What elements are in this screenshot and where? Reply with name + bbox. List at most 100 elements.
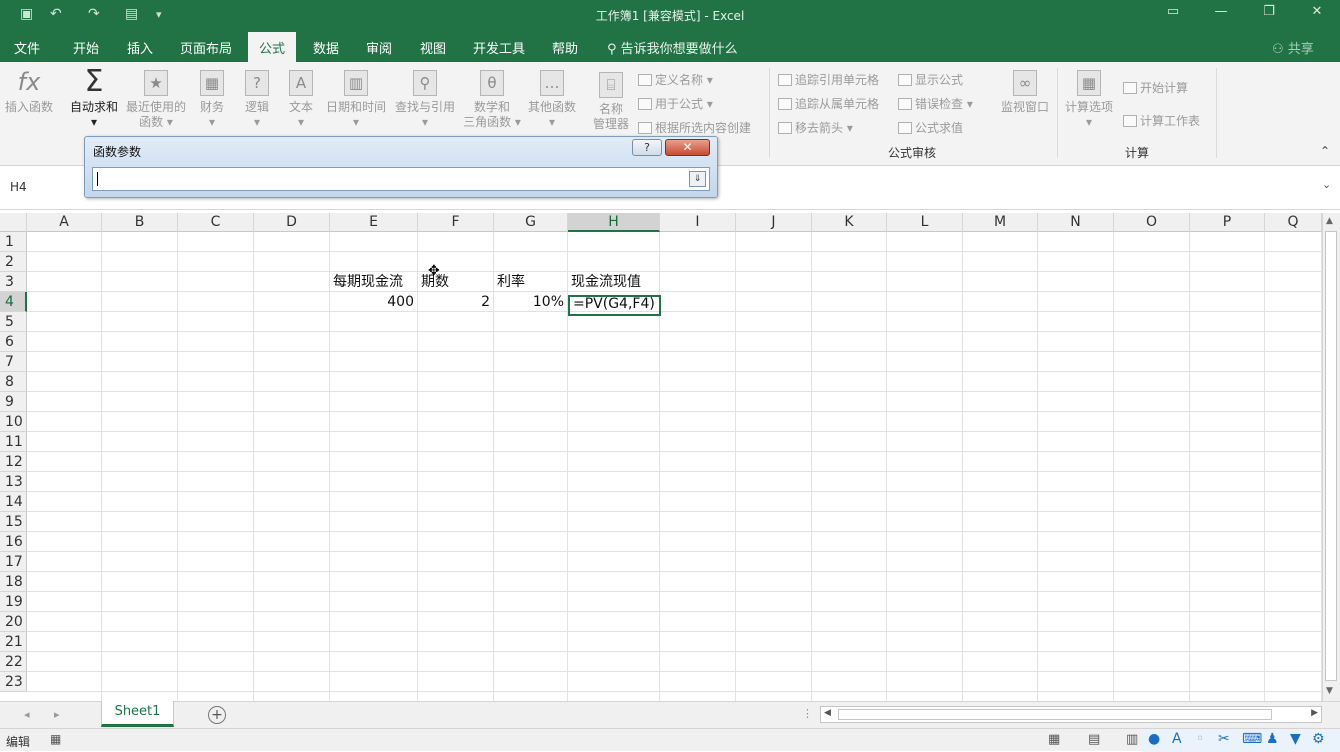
create-from-selection-button[interactable]: 根据所选内容创建 <box>638 119 751 136</box>
tell-me-box[interactable]: ⚲ 告诉我你想要做什么 <box>607 38 738 57</box>
restore-button[interactable]: ❐ <box>1254 4 1284 26</box>
lookup-button[interactable]: ⚲ 查找与引用 ▾ <box>392 70 458 130</box>
row-header-20[interactable]: 20 <box>0 612 27 632</box>
splitter-handle-icon[interactable]: ⋮ <box>802 707 813 720</box>
column-header-o[interactable]: O <box>1114 213 1190 232</box>
column-header-k[interactable]: K <box>812 213 887 232</box>
next-sheet-icon[interactable]: ▸ <box>54 708 60 721</box>
normal-view-icon[interactable]: ▦ <box>1048 732 1060 747</box>
expand-formula-bar-icon[interactable]: ⌄ <box>1322 178 1331 191</box>
row-header-21[interactable]: 21 <box>0 632 27 652</box>
tab-data[interactable]: 数据 <box>313 38 339 57</box>
text-button[interactable]: A 文本 ▾ <box>285 70 317 130</box>
row-header-13[interactable]: 13 <box>0 472 27 492</box>
column-header-f[interactable]: F <box>418 213 494 232</box>
row-header-14[interactable]: 14 <box>0 492 27 512</box>
ribbon-display-icon[interactable]: ▭ <box>1158 4 1188 26</box>
tab-insert[interactable]: 插入 <box>127 38 153 57</box>
select-all-corner[interactable] <box>0 213 27 232</box>
row-header-5[interactable]: 5 <box>0 312 27 332</box>
row-header-6[interactable]: 6 <box>0 332 27 352</box>
recent-functions-button[interactable]: ★ 最近使用的 函数 ▾ <box>123 70 189 130</box>
tab-formulas[interactable]: 公式 <box>248 32 297 62</box>
column-header-q[interactable]: Q <box>1265 213 1322 232</box>
ime-font-icon[interactable]: A <box>1172 731 1182 747</box>
autosum-button[interactable]: Σ 自动求和 ▾ <box>66 67 122 130</box>
ime-scissors-icon[interactable]: ✂ <box>1218 731 1230 747</box>
cell-e4[interactable]: 400 <box>330 292 414 312</box>
row-header-4[interactable]: 4 <box>0 292 27 312</box>
add-sheet-icon[interactable]: + <box>208 706 226 724</box>
cell-e3[interactable]: 每期现金流 <box>333 272 403 292</box>
scroll-down-icon[interactable]: ▼ <box>1326 686 1333 696</box>
row-header-18[interactable]: 18 <box>0 572 27 592</box>
scroll-left-icon[interactable]: ◀ <box>824 708 831 718</box>
expand-dialog-icon[interactable]: ⇓ <box>689 171 706 187</box>
row-header-11[interactable]: 11 <box>0 432 27 452</box>
horizontal-scroll-thumb[interactable] <box>838 709 1272 720</box>
ime-settings-icon[interactable]: ⚙ <box>1312 731 1325 747</box>
tab-file[interactable]: 文件 <box>14 38 40 57</box>
row-header-16[interactable]: 16 <box>0 532 27 552</box>
row-header-17[interactable]: 17 <box>0 552 27 572</box>
column-header-i[interactable]: I <box>660 213 736 232</box>
column-header-n[interactable]: N <box>1038 213 1114 232</box>
collapse-ribbon-icon[interactable]: ⌃ <box>1320 144 1330 158</box>
row-header-19[interactable]: 19 <box>0 592 27 612</box>
tab-help[interactable]: 帮助 <box>552 38 578 57</box>
ime-punct-icon[interactable]: ◦ <box>1196 731 1204 747</box>
vertical-scroll-thumb[interactable] <box>1325 231 1337 681</box>
row-header-10[interactable]: 10 <box>0 412 27 432</box>
macro-record-icon[interactable]: ▦ <box>50 732 61 746</box>
show-formulas-button[interactable]: 显示公式 <box>898 71 963 88</box>
row-header-2[interactable]: 2 <box>0 252 27 272</box>
cell-g3[interactable]: 利率 <box>497 272 525 292</box>
minimize-button[interactable]: — <box>1206 4 1236 26</box>
define-name-button[interactable]: 定义名称 ▾ <box>638 71 713 88</box>
dialog-close-button[interactable]: ✕ <box>665 139 710 156</box>
name-manager-button[interactable]: ⌸ 名称 管理器 <box>590 72 632 132</box>
use-in-formula-button[interactable]: 用于公式 ▾ <box>638 95 713 112</box>
cell-h4-formula[interactable]: =PV(G4,F4) <box>573 294 655 314</box>
insert-function-button[interactable]: fx 插入函数 <box>2 70 56 115</box>
name-box[interactable]: H4 <box>10 180 27 194</box>
column-header-a[interactable]: A <box>27 213 102 232</box>
column-header-j[interactable]: J <box>736 213 812 232</box>
row-header-3[interactable]: 3 <box>0 272 27 292</box>
share-button[interactable]: ⚇ 共享 <box>1272 38 1314 57</box>
cell-f4[interactable]: 2 <box>418 292 490 312</box>
column-header-g[interactable]: G <box>494 213 568 232</box>
column-header-p[interactable]: P <box>1190 213 1265 232</box>
cell-h3[interactable]: 现金流现值 <box>571 272 641 292</box>
dialog-range-input[interactable]: ⇓ <box>92 167 710 191</box>
datetime-button[interactable]: ▥ 日期和时间 ▾ <box>325 70 387 130</box>
horizontal-scrollbar[interactable]: ◀ ▶ <box>820 706 1322 723</box>
column-header-d[interactable]: D <box>254 213 330 232</box>
cell-g4[interactable]: 10% <box>494 292 564 312</box>
financial-button[interactable]: ▦ 财务 ▾ <box>196 70 228 130</box>
ime-user-icon[interactable]: ♟ <box>1266 731 1279 747</box>
row-header-1[interactable]: 1 <box>0 232 27 252</box>
worksheet-grid[interactable]: A B C D E F G H I J K L M N O P Q 1 2 3 4 5 6 7 8 9 10 11 12 13 14 15 16… <box>0 213 1322 701</box>
tab-developer[interactable]: 开发工具 <box>473 38 525 57</box>
prev-sheet-icon[interactable]: ◂ <box>24 708 30 721</box>
error-checking-button[interactable]: 错误检查 ▾ <box>898 95 973 112</box>
ime-keyboard-icon[interactable]: ⌨ <box>1242 731 1262 747</box>
page-layout-view-icon[interactable]: ▤ <box>1088 732 1100 747</box>
calculation-options-button[interactable]: ▦ 计算选项 ▾ <box>1063 70 1115 130</box>
ime-logo-icon[interactable]: ● <box>1148 731 1160 747</box>
trace-dependents-button[interactable]: 追踪从属单元格 <box>778 95 879 112</box>
tab-view[interactable]: 视图 <box>420 38 446 57</box>
row-header-22[interactable]: 22 <box>0 652 27 672</box>
column-header-c[interactable]: C <box>178 213 254 232</box>
sheet-tab-sheet1[interactable]: Sheet1 <box>101 701 174 727</box>
page-break-view-icon[interactable]: ▥ <box>1126 732 1138 747</box>
tab-home[interactable]: 开始 <box>73 38 99 57</box>
column-header-m[interactable]: M <box>963 213 1038 232</box>
scroll-up-icon[interactable]: ▲ <box>1326 216 1333 226</box>
remove-arrows-button[interactable]: 移去箭头 ▾ <box>778 119 853 136</box>
row-header-9[interactable]: 9 <box>0 392 27 412</box>
calculate-now-button[interactable]: 开始计算 <box>1123 79 1188 96</box>
vertical-scrollbar[interactable]: ▲ ▼ <box>1322 213 1340 701</box>
row-header-15[interactable]: 15 <box>0 512 27 532</box>
